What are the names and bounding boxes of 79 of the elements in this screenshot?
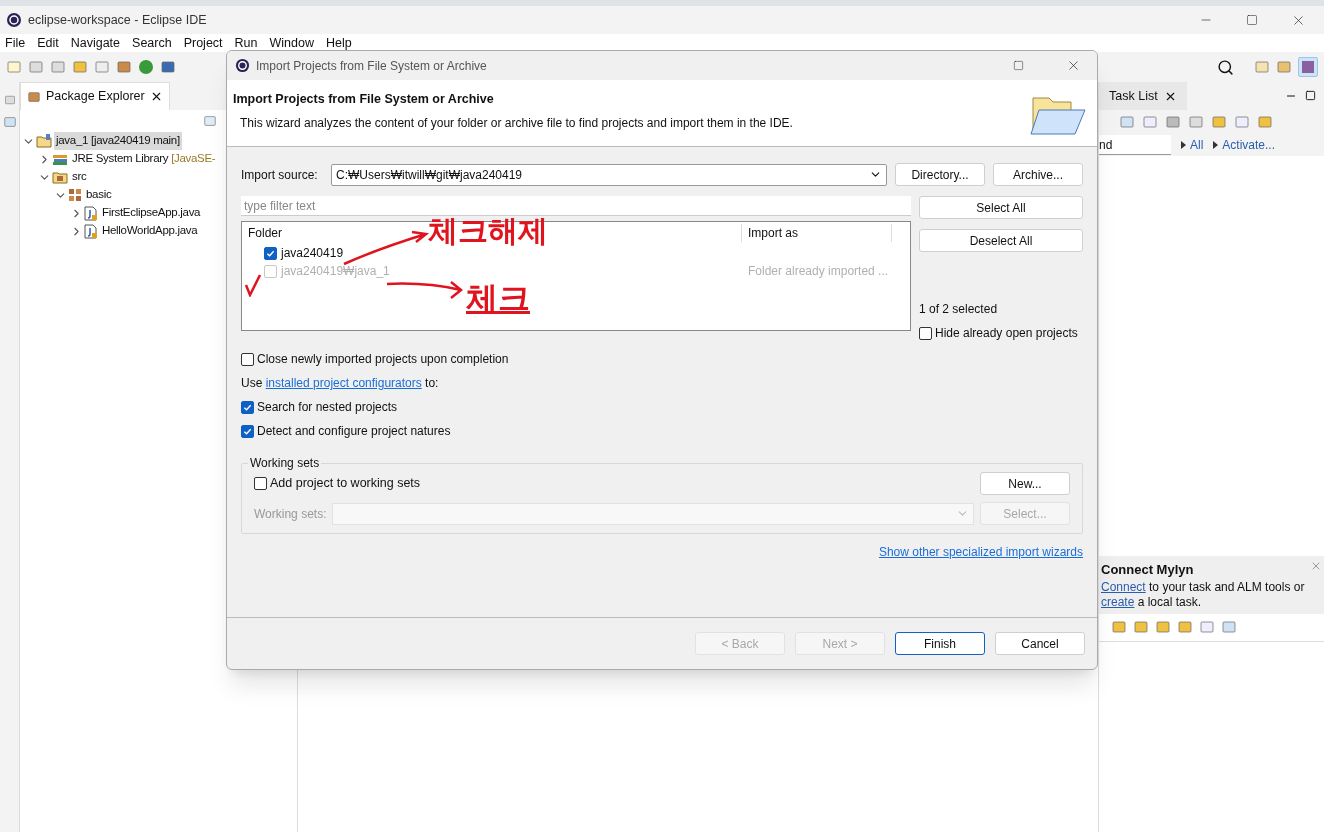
checkbox-label: Add project to working sets (270, 475, 421, 493)
column-header[interactable]: Import as (742, 224, 892, 242)
menu-item[interactable]: Project (180, 33, 226, 53)
working-sets-label: Working sets: (254, 505, 327, 523)
folder-cell-text: java240419₩java_1 (281, 263, 390, 280)
configurators-link[interactable]: installed project configurators (265, 376, 422, 390)
mylyn-link[interactable]: create (1101, 594, 1135, 609)
import-source-label: Import source: (241, 166, 319, 184)
tree-item[interactable]: java_1 [java240419 main] (54, 132, 182, 150)
checkbox-label: Detect and configure project natures (257, 423, 451, 440)
task-filter-link[interactable]: Activate... (1222, 136, 1276, 154)
checkbox-label: Close newly imported projects upon completion (257, 351, 509, 368)
triangle-right-icon (1213, 141, 1219, 149)
more-wizards-link[interactable]: Show other specialized import wizards (878, 543, 1083, 561)
selection-count: 1 of 2 selected (919, 301, 999, 318)
maximize-icon (1305, 90, 1316, 101)
window-title: eclipse-workspace - Eclipse IDE (28, 11, 207, 29)
checkbox[interactable] (241, 400, 254, 414)
menu-item[interactable]: Edit (34, 33, 62, 53)
java-file-icon (84, 205, 98, 221)
import-as-cell-text: Folder already imported ... (747, 263, 890, 280)
tree-item[interactable]: FirstEclipseApp.java (100, 204, 203, 222)
checkbox[interactable] (254, 477, 267, 490)
checkbox-label: Search for nested projects (257, 399, 398, 416)
configurators-text: Use installed project configurators to: (241, 375, 440, 392)
tree-item[interactable]: basic (84, 186, 114, 204)
app-logo-icon (235, 58, 250, 73)
run-icon[interactable] (138, 59, 154, 75)
dialog-button[interactable]: New... (980, 472, 1070, 495)
java-file-icon (84, 223, 98, 239)
checkmark-icon (266, 248, 275, 258)
import-source-combo[interactable]: C:₩Users₩itwill₩git₩java240419 (331, 163, 887, 186)
search-icon[interactable] (1217, 58, 1234, 76)
checkbox[interactable] (241, 352, 254, 366)
dialog-button[interactable]: Finish (895, 632, 985, 655)
wizard-description: This wizard analyzes the content of your folder or archive file to find projects and import them in the IDE. (239, 114, 793, 132)
close-icon (1310, 560, 1322, 572)
package-folder-icon (52, 170, 68, 184)
books-icon (52, 152, 68, 166)
maximize-icon (1013, 60, 1024, 71)
menu-item[interactable]: Search (129, 33, 175, 53)
handwritten-note: 체크 (466, 278, 530, 319)
menu-item[interactable]: File (2, 33, 29, 53)
mylyn-title: Connect Mylyn (1101, 561, 1194, 579)
menu-item[interactable]: Window (266, 33, 317, 53)
new-file-icon[interactable] (6, 59, 22, 75)
app-logo-icon (6, 12, 22, 28)
package-explorer-tab[interactable]: Package Explorer (20, 82, 170, 110)
dialog-button[interactable]: Cancel (995, 632, 1085, 655)
menu-item[interactable]: Run (231, 33, 261, 53)
find-field[interactable]: nd (1099, 135, 1171, 155)
tree-item[interactable]: JRE System Library [JavaSE- (70, 150, 218, 168)
checkmark-icon (243, 426, 252, 436)
menu-item[interactable]: Help (322, 33, 355, 53)
mylyn-message: Connect to your task and ALM tools or create a local task. (1101, 579, 1306, 610)
annotation-checkmark (244, 273, 262, 297)
task-list-tab[interactable]: Task List (1099, 82, 1187, 110)
checkbox[interactable] (919, 326, 932, 340)
dialog-button[interactable]: Deselect All (919, 229, 1083, 252)
tree-item[interactable]: HelloWorldApp.java (100, 222, 200, 240)
checkbox[interactable] (264, 246, 277, 260)
group-title: Working sets (249, 455, 321, 472)
mylyn-link[interactable]: Connect (1101, 579, 1146, 594)
dialog-button[interactable]: Archive... (993, 163, 1083, 186)
dialog-button[interactable]: Directory... (895, 163, 985, 186)
checkbox[interactable] (241, 424, 254, 438)
tree-item[interactable]: src (70, 168, 89, 186)
filter-field[interactable]: type filter text (241, 196, 911, 216)
dialog-title: Import Projects from File System or Archive (256, 57, 487, 75)
wizard-heading: Import Projects from File System or Archive (233, 91, 495, 108)
project-folder-icon (36, 134, 52, 148)
checkmark-icon (243, 402, 252, 412)
folder-cell-text: java240419 (281, 245, 344, 262)
checkbox-label: Hide already open projects (935, 325, 1078, 342)
task-filter-link[interactable]: All (1190, 136, 1204, 154)
dialog-button[interactable]: Select All (919, 196, 1083, 219)
triangle-right-icon (1181, 141, 1186, 149)
close-icon (1066, 58, 1081, 73)
menu-item[interactable]: Navigate (67, 33, 124, 53)
